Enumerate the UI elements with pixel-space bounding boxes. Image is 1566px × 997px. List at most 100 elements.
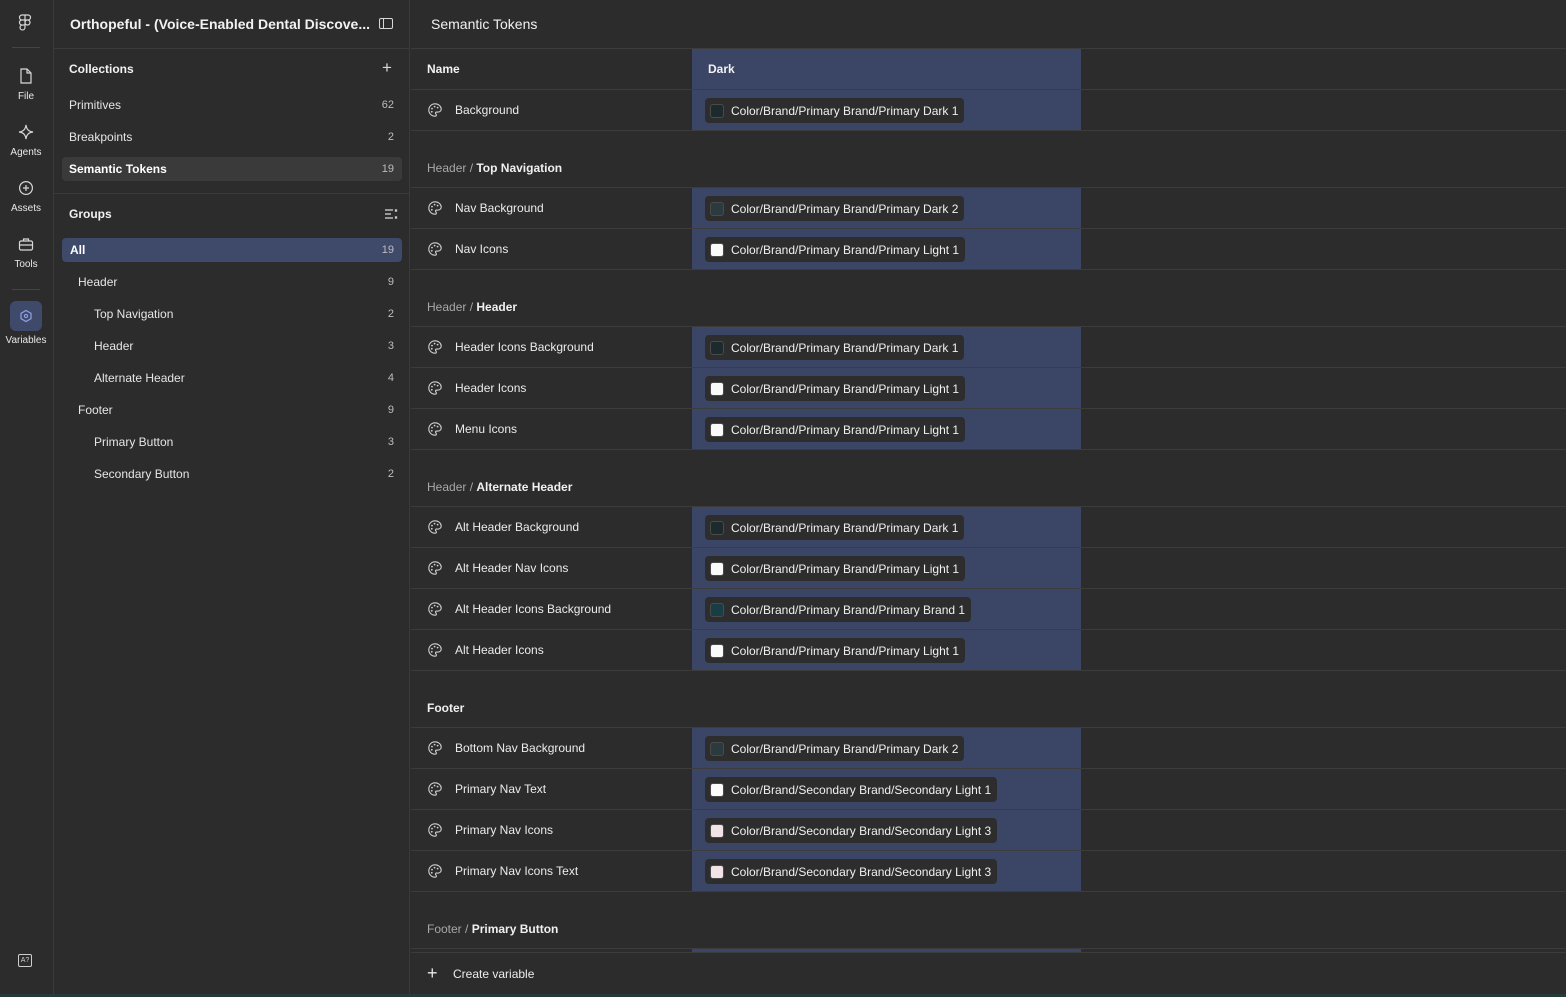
variable-name[interactable]: Menu Icons [455,422,517,436]
group-heading-prefix: Header / [427,480,477,494]
rail-variables[interactable]: Variables [0,301,52,346]
variable-row[interactable]: Nav Background Color/Brand/Primary Brand/… [411,188,1081,228]
toolbox-icon [18,238,34,251]
variable-name[interactable]: Bottom Nav Background [455,741,585,755]
variable-row[interactable]: Alt Header Icons Color/Brand/Primary Bran… [411,630,1081,670]
plus-icon[interactable]: + [427,964,438,982]
group-heading-prefix: Header / [427,161,477,175]
variable-name[interactable]: Alt Header Nav Icons [455,561,568,575]
variable-value-chip[interactable]: Color/Brand/Primary Brand/Primary Dark 2 [705,736,965,761]
variable-row[interactable]: Bottom Nav Background Color/Brand/Primary… [411,728,1081,768]
variable-row[interactable]: Background Color/Brand/Primary Brand/Prim… [411,90,1081,130]
variable-name[interactable]: Primary Nav Icons [455,823,553,837]
group-heading-name: Primary Button [471,922,559,936]
variable-value: Color/Brand/Primary Brand/Primary Dark 2 [731,201,959,216]
variable-row[interactable]: Alt Header Nav Icons Color/Brand/Primary … [411,548,1081,588]
color-variable-icon [427,421,443,437]
rail-assets-label: Assets [10,203,41,214]
variable-name[interactable]: Header Icons [455,381,526,395]
variable-row[interactable]: Alt Header Background Color/Brand/Primary… [411,507,1081,547]
color-swatch [710,823,724,838]
variable-value-chip[interactable]: Color/Brand/Primary Brand/Primary Light … [705,417,966,442]
variable-value: Color/Brand/Secondary Brand/Secondary Li… [731,864,992,879]
group-alternate-header[interactable]: Alternate Header 4 [62,366,402,390]
variable-value-chip[interactable]: Color/Brand/Secondary Brand/Secondary Li… [705,777,998,802]
variable-row[interactable]: Primary Nav Icons Color/Brand/Secondary B… [411,810,1081,850]
color-variable-icon [427,102,443,118]
rail-tools[interactable]: Tools [0,236,52,270]
group-primary-button[interactable]: Primary Button 3 [62,430,402,454]
variable-value-chip[interactable]: Color/Brand/Primary Brand/Primary Dark 1 [705,335,965,360]
variable-value: Color/Brand/Primary Brand/Primary Light … [731,422,960,437]
variable-value-chip[interactable]: Color/Brand/Secondary Brand/Secondary Li… [705,859,998,884]
collection-breakpoints[interactable]: Breakpoints 2 [62,125,402,149]
variable-name[interactable]: Alt Header Background [455,520,579,534]
collection-semantic-tokens[interactable]: Semantic Tokens 19 [62,157,402,181]
create-variable-button[interactable]: Create variable [453,967,534,981]
add-collection-icon[interactable]: + [382,59,392,76]
variable-value: Color/Brand/Primary Brand/Primary Dark 1 [731,340,959,355]
group-header[interactable]: Header 9 [62,270,402,294]
variable-row[interactable]: Alt Header Icons Background Color/Brand/P… [411,589,1081,629]
group-count: 3 [387,340,394,352]
variable-name[interactable]: Alt Header Icons Background [455,602,611,616]
variable-value-chip[interactable]: Color/Brand/Primary Brand/Primary Dark 1 [705,515,965,540]
color-variable-icon [427,822,443,838]
dark-mode-column-header[interactable]: Dark [708,62,735,76]
divider [411,449,1566,450]
rail-agents[interactable]: Agents [0,124,52,158]
color-swatch [710,643,724,658]
language-badge-icon[interactable]: A? [18,954,32,967]
variable-row[interactable]: Menu Icons Color/Brand/Primary Brand/Prim… [411,409,1081,449]
variable-row[interactable]: Primary Nav Text Color/Brand/Secondary Br… [411,769,1081,809]
color-swatch [710,864,724,879]
variable-row[interactable]: Header Icons Color/Brand/Primary Brand/Pr… [411,368,1081,408]
toggle-panel-icon[interactable] [379,18,393,29]
variable-value-chip[interactable]: Color/Brand/Primary Brand/Primary Light … [705,237,966,262]
group-name: Top Navigation [94,307,174,321]
rail-agents-label: Agents [10,147,42,158]
color-variable-icon [427,380,443,396]
group-header-sub[interactable]: Header 3 [62,334,402,358]
plus-circle-icon [18,180,34,196]
variable-value-chip[interactable]: Color/Brand/Primary Brand/Primary Light … [705,638,966,663]
rail-variables-label: Variables [5,335,47,346]
rail-file[interactable]: File [0,68,52,102]
variable-row[interactable]: Nav Icons Color/Brand/Primary Brand/Prima… [411,229,1081,269]
group-count: 9 [387,276,394,288]
variable-value-chip[interactable]: Color/Brand/Primary Brand/Primary Light … [705,376,966,401]
group-count: 3 [387,436,394,448]
rail-assets[interactable]: Assets [0,180,52,214]
variable-name[interactable]: Nav Icons [455,242,508,256]
variable-name[interactable]: Background [455,103,519,117]
group-secondary-button[interactable]: Secondary Button 2 [62,462,402,486]
variable-name[interactable]: Alt Header Icons [455,643,544,657]
variable-value-chip[interactable]: Color/Brand/Secondary Brand/Secondary Li… [705,818,998,843]
variable-row[interactable]: Header Icons Background Color/Brand/Prima… [411,327,1081,367]
left-rail: File Agents Assets Tools Variables A? [0,0,54,997]
rail-variables-active-box [10,301,42,331]
variable-name[interactable]: Nav Background [455,201,544,215]
variable-name[interactable]: Primary Nav Icons Text [455,864,578,878]
group-all[interactable]: All 19 [62,238,402,262]
variable-row[interactable]: Primary Nav Icons Text Color/Brand/Second… [411,851,1081,891]
group-heading-prefix: Header / [427,300,477,314]
group-top-navigation[interactable]: Top Navigation 2 [62,302,402,326]
figma-logo-icon[interactable] [17,14,33,32]
variable-name[interactable]: Primary Nav Text [455,782,546,796]
group-name: Footer [78,403,113,417]
variable-value-chip[interactable]: Color/Brand/Primary Brand/Primary Light … [705,556,966,581]
variable-value-chip[interactable]: Color/Brand/Primary Brand/Primary Dark 2 [705,196,965,221]
group-options-icon[interactable] [385,208,398,220]
color-variable-icon [427,241,443,257]
group-footer[interactable]: Footer 9 [62,398,402,422]
variable-value-chip[interactable]: Color/Brand/Primary Brand/Primary Dark 1 [705,98,965,123]
collection-primitives[interactable]: Primitives 62 [62,93,402,117]
divider [411,891,1566,892]
variable-name[interactable]: Header Icons Background [455,340,594,354]
color-swatch [710,561,724,576]
collections-heading: Collections [69,62,134,76]
variable-value-chip[interactable]: Color/Brand/Primary Brand/Primary Brand … [705,597,972,622]
variables-table: Semantic Tokens Name Dark Background Colo… [411,0,1566,997]
color-swatch [710,741,724,756]
